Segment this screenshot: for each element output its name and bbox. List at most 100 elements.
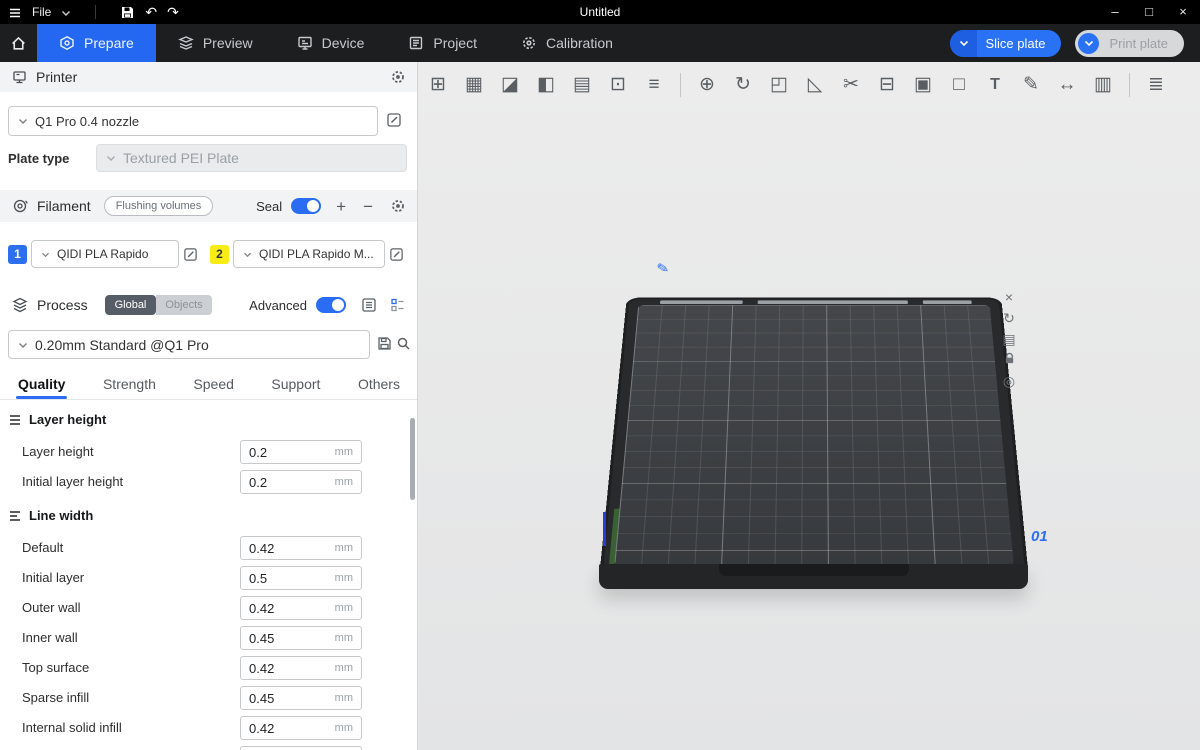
- rotate-icon[interactable]: ↻: [731, 68, 755, 102]
- line-width-outer-wall-input[interactable]: 0.42 mm: [240, 596, 362, 620]
- filament-1-badge[interactable]: 1: [8, 245, 27, 264]
- setting-input[interactable]: [240, 746, 362, 750]
- file-menu-chevron-icon[interactable]: [61, 5, 71, 20]
- slice-options-chevron-icon[interactable]: [950, 30, 977, 57]
- line-width-internal-solid-input[interactable]: 0.42 mm: [240, 716, 362, 740]
- save-preset-icon[interactable]: [377, 336, 392, 354]
- seal-toggle[interactable]: [291, 198, 321, 214]
- parameter-list-icon[interactable]: [361, 297, 377, 313]
- paint-icon[interactable]: ✎: [1019, 68, 1043, 102]
- flushing-volumes-button[interactable]: Flushing volumes: [104, 196, 214, 216]
- tab-support[interactable]: Support: [269, 370, 322, 398]
- tab-quality[interactable]: Quality: [16, 370, 67, 398]
- primitive-cube-icon[interactable]: □: [947, 68, 971, 102]
- filament-2-select[interactable]: QIDI PLA Rapido M...: [233, 240, 385, 268]
- save-icon[interactable]: [120, 4, 135, 20]
- export-project-icon[interactable]: ⊡: [606, 68, 630, 102]
- print-plate-button[interactable]: Print plate: [1075, 30, 1184, 57]
- plate-name-icon[interactable]: ▤: [999, 330, 1019, 348]
- close-button[interactable]: ×: [1166, 0, 1200, 24]
- advanced-toggle[interactable]: [316, 297, 346, 313]
- line-width-default-input[interactable]: 0.42 mm: [240, 536, 362, 560]
- add-text-icon[interactable]: T: [983, 68, 1007, 102]
- file-menu[interactable]: File: [32, 5, 51, 19]
- line-width-inner-wall-input[interactable]: 0.45 mm: [240, 626, 362, 650]
- 3d-viewport[interactable]: ⊞ ▦ ◪ ◧ ▤ ⊡ ≡ ⊕ ↻ ◰ ◺ ✂ ⊟ ▣ □ T ✎ ↔ ▥ ≣: [419, 62, 1200, 750]
- plate-clip: [758, 300, 908, 304]
- print-options-chevron-icon[interactable]: [1078, 33, 1099, 54]
- tab-others[interactable]: Others: [356, 370, 402, 398]
- setting-unit: mm: [335, 542, 353, 554]
- plate-type-select[interactable]: Textured PEI Plate: [96, 144, 407, 172]
- setting-value[interactable]: 0.45: [249, 631, 274, 646]
- move-icon[interactable]: ⊕: [695, 68, 719, 102]
- process-preset-select[interactable]: 0.20mm Standard @Q1 Pro: [8, 330, 370, 359]
- printer-settings-gear-icon[interactable]: [390, 69, 406, 85]
- filament-settings-gear-icon[interactable]: [390, 198, 406, 214]
- edit-filament-2-icon[interactable]: [389, 247, 404, 262]
- setting-value[interactable]: 0.42: [249, 541, 274, 556]
- filament-1-select[interactable]: QIDI PLA Rapido: [31, 240, 179, 268]
- setting-value[interactable]: 0.5: [249, 571, 267, 586]
- printer-preset-select[interactable]: Q1 Pro 0.4 nozzle: [8, 106, 378, 136]
- mesh-edit-icon[interactable]: ▣: [911, 68, 935, 102]
- sidebar-scrollbar[interactable]: [410, 418, 415, 500]
- maximize-button[interactable]: □: [1132, 0, 1166, 24]
- setting-value[interactable]: 0.42: [249, 661, 274, 676]
- setting-value[interactable]: 0.42: [249, 721, 274, 736]
- lay-flat-icon[interactable]: ◺: [803, 68, 827, 102]
- undo-icon[interactable]: ↶: [145, 0, 157, 24]
- setting-value[interactable]: 0.2: [249, 445, 267, 460]
- minimize-button[interactable]: –: [1098, 0, 1132, 24]
- scope-global-button[interactable]: Global: [105, 295, 157, 315]
- flushing-grid-icon[interactable]: ▦: [462, 68, 486, 102]
- layer-height-input[interactable]: 0.2 mm: [240, 440, 362, 464]
- build-plate[interactable]: [599, 298, 1028, 576]
- lock-plate-icon[interactable]: [999, 351, 1019, 369]
- app-menu-icon[interactable]: [8, 4, 22, 20]
- chevron-down-icon: [106, 154, 116, 162]
- build-plate-scene[interactable]: [584, 202, 1044, 662]
- tab-strength[interactable]: Strength: [101, 370, 158, 398]
- slice-plate-button[interactable]: Slice plate: [950, 30, 1061, 57]
- line-width-top-surface-input[interactable]: 0.42 mm: [240, 656, 362, 680]
- scale-icon[interactable]: ◰: [767, 68, 791, 102]
- plate-settings-icon[interactable]: ◎: [999, 372, 1019, 390]
- refresh-plate-icon[interactable]: ↻: [999, 309, 1019, 327]
- home-button[interactable]: [0, 24, 37, 62]
- tab-project[interactable]: Project: [386, 24, 499, 62]
- setting-unit: mm: [335, 692, 353, 704]
- sweep-plate-icon[interactable]: ◪: [498, 68, 522, 102]
- line-width-sparse-infill-input[interactable]: 0.45 mm: [240, 686, 362, 710]
- add-plate-icon[interactable]: ⊞: [426, 68, 450, 102]
- edit-filament-1-icon[interactable]: [183, 247, 198, 262]
- tab-calibration[interactable]: Calibration: [499, 24, 635, 62]
- remove-filament-button[interactable]: −: [363, 198, 373, 215]
- redo-icon[interactable]: ↷: [167, 0, 179, 24]
- split-plate-icon[interactable]: ◧: [534, 68, 558, 102]
- tab-speed[interactable]: Speed: [191, 370, 235, 398]
- export-doc-icon[interactable]: ▤: [570, 68, 594, 102]
- setting-value[interactable]: 0.2: [249, 475, 267, 490]
- edit-printer-icon[interactable]: [386, 112, 402, 131]
- assembly-icon[interactable]: ▥: [1091, 68, 1115, 102]
- setting-value[interactable]: 0.42: [249, 601, 274, 616]
- layers-stack-icon[interactable]: ≣: [1144, 68, 1168, 102]
- scope-objects-button[interactable]: Objects: [156, 295, 211, 315]
- align-list-icon[interactable]: ≡: [642, 68, 666, 102]
- tab-prepare[interactable]: Prepare: [37, 24, 156, 62]
- add-filament-button[interactable]: +: [336, 198, 346, 215]
- cut-icon[interactable]: ✂: [839, 68, 863, 102]
- tab-preview[interactable]: Preview: [156, 24, 275, 62]
- initial-layer-height-input[interactable]: 0.2 mm: [240, 470, 362, 494]
- object-tree-icon[interactable]: [390, 297, 406, 313]
- setting-value[interactable]: 0.45: [249, 691, 274, 706]
- line-width-initial-layer-input[interactable]: 0.5 mm: [240, 566, 362, 590]
- build-plate-surface[interactable]: [614, 305, 1014, 565]
- search-preset-icon[interactable]: [396, 336, 411, 354]
- tab-device[interactable]: Device: [275, 24, 387, 62]
- measure-icon[interactable]: ↔: [1055, 68, 1079, 102]
- variable-layer-height-icon[interactable]: ⊟: [875, 68, 899, 102]
- filament-2-badge[interactable]: 2: [210, 245, 229, 264]
- delete-plate-icon[interactable]: ×: [999, 288, 1019, 306]
